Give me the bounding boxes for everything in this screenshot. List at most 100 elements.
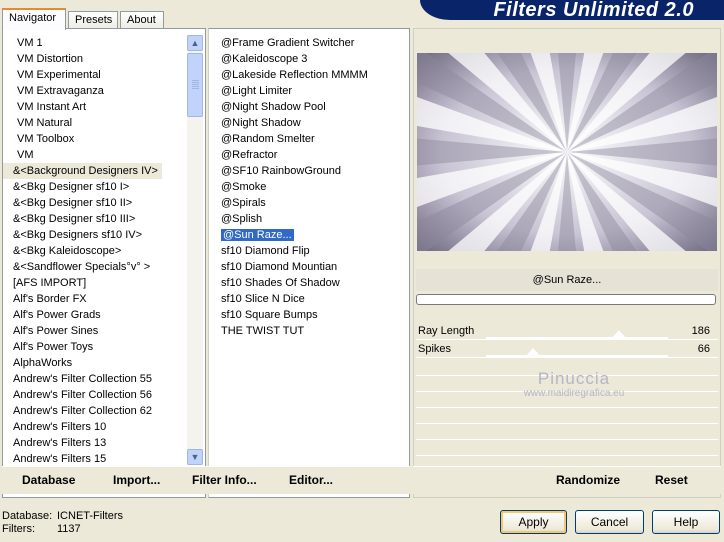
category-item[interactable]: &<Bkg Designer sf10 II>	[3, 195, 162, 211]
filter-item-label: THE TWIST TUT	[221, 325, 305, 337]
editor-button[interactable]: Editor...	[289, 473, 333, 487]
grip-icon	[192, 80, 199, 90]
scroll-thumb[interactable]	[187, 53, 203, 117]
filter-item[interactable]: @Splish	[209, 211, 368, 227]
category-item[interactable]: VM	[3, 147, 162, 163]
filter-item-label: @Night Shadow	[221, 117, 301, 129]
category-item[interactable]: VM Toolbox	[3, 131, 162, 147]
filter-item-label: @SF10 RainbowGround	[221, 165, 342, 177]
category-item[interactable]: Alf's Border FX	[3, 291, 162, 307]
filter-item[interactable]: @SF10 RainbowGround	[209, 163, 368, 179]
banner-title: Filters Unlimited 2.0	[493, 0, 694, 21]
filter-info-button[interactable]: Filter Info...	[192, 473, 257, 487]
slider-spikes[interactable]: Spikes 66	[416, 340, 718, 358]
right-command-bar: Randomize Reset	[413, 466, 721, 494]
category-item[interactable]: Andrew's Filter Collection 55	[3, 371, 162, 387]
category-item[interactable]: &<Bkg Designer sf10 III>	[3, 211, 162, 227]
category-item[interactable]: VM 1	[3, 35, 162, 51]
category-item[interactable]: Andrew's Filter Collection 62	[3, 403, 162, 419]
filter-item[interactable]: @Night Shadow Pool	[209, 99, 368, 115]
slider-value: 186	[691, 325, 710, 337]
category-item[interactable]: Alf's Power Grads	[3, 307, 162, 323]
category-item[interactable]: Andrew's Filters 15	[3, 451, 162, 467]
filter-item[interactable]: sf10 Diamond Mountian	[209, 259, 368, 275]
filters-label: Filters:	[2, 523, 35, 535]
slider-label: Ray Length	[418, 325, 475, 337]
tab-presets[interactable]: Presets	[68, 11, 118, 29]
filter-item[interactable]: @Light Limiter	[209, 83, 368, 99]
watermark-name: Pinuccia	[537, 369, 611, 388]
filter-item[interactable]: @Refractor	[209, 147, 368, 163]
database-button[interactable]: Database	[22, 473, 75, 487]
category-item[interactable]: &<Bkg Designers sf10 IV>	[3, 227, 162, 243]
category-item[interactable]: Andrew's Filter Collection 56	[3, 387, 162, 403]
category-item[interactable]: Andrew's Filters 10	[3, 419, 162, 435]
category-scrollbar[interactable]: ▲ ▼	[187, 35, 203, 465]
slider-track[interactable]	[486, 337, 668, 339]
filter-item-label: @Lakeside Reflection MMMM	[221, 69, 368, 81]
filter-item[interactable]: THE TWIST TUT	[209, 323, 368, 339]
reset-button[interactable]: Reset	[655, 473, 688, 487]
database-label: Database:	[2, 510, 53, 522]
slider-track[interactable]	[486, 355, 668, 357]
filter-item[interactable]: @Random Smelter	[209, 131, 368, 147]
database-value: ICNET-Filters	[57, 510, 123, 522]
tab-navigator[interactable]: Navigator	[2, 8, 66, 30]
filters-count: 1137	[57, 523, 81, 535]
filter-item[interactable]: @Sun Raze...	[209, 227, 368, 243]
filter-item[interactable]: @Frame Gradient Switcher	[209, 35, 368, 51]
category-item[interactable]: &<Background Designers IV>	[3, 163, 162, 179]
filter-item-label: @Sun Raze...	[220, 228, 295, 242]
category-item[interactable]: VM Natural	[3, 115, 162, 131]
category-item[interactable]: &<Bkg Kaleidoscope>	[3, 243, 162, 259]
status-area: Database: ICNET-Filters Filters: 1137	[2, 510, 123, 536]
filter-item-label: @Night Shadow Pool	[221, 101, 326, 113]
category-list-panel: VM 1 VM Distortion VM Experimental VM Extra…	[2, 28, 206, 498]
filter-item[interactable]: @Smoke	[209, 179, 368, 195]
category-item[interactable]: &<Bkg Designer sf10 I>	[3, 179, 162, 195]
category-item[interactable]: VM Experimental	[3, 67, 162, 83]
filter-item-label: @Smoke	[221, 181, 267, 193]
scroll-up-button[interactable]: ▲	[187, 35, 203, 51]
tab-about[interactable]: About	[120, 11, 164, 29]
import-button[interactable]: Import...	[113, 473, 160, 487]
scroll-down-button[interactable]: ▼	[187, 449, 203, 465]
filter-list-panel: @Frame Gradient Switcher @Kaleidoscope 3 @…	[208, 28, 410, 498]
filter-item[interactable]: sf10 Shades Of Shadow	[209, 275, 368, 291]
slider-thumb[interactable]	[611, 330, 626, 338]
category-item[interactable]: Alf's Power Toys	[3, 339, 162, 355]
category-item[interactable]: AlphaWorks	[3, 355, 162, 371]
apply-button[interactable]: Apply	[500, 510, 567, 534]
category-item[interactable]: Andrew's Filters 13	[3, 435, 162, 451]
randomize-button[interactable]: Randomize	[556, 473, 620, 487]
filter-item[interactable]: @Night Shadow	[209, 115, 368, 131]
filter-item-label: @Random Smelter	[221, 133, 315, 145]
category-item[interactable]: VM Instant Art	[3, 99, 162, 115]
slider-label: Spikes	[418, 343, 452, 355]
filter-item-label: sf10 Diamond Mountian	[221, 261, 338, 273]
category-item[interactable]: VM Distortion	[3, 51, 162, 67]
filter-item[interactable]: sf10 Square Bumps	[209, 307, 368, 323]
filter-item-label: sf10 Slice N Dice	[221, 293, 305, 305]
preview-panel: @Sun Raze... Ray Length 186 Spikes 66 Pi…	[413, 28, 721, 498]
filter-item-label: sf10 Diamond Flip	[221, 245, 310, 257]
filter-item-label: @Spirals	[221, 197, 266, 209]
filter-item-label: sf10 Square Bumps	[221, 309, 318, 321]
preview-image	[417, 53, 717, 251]
filter-item[interactable]: @Kaleidoscope 3	[209, 51, 368, 67]
help-button[interactable]: Help	[652, 510, 720, 534]
category-item[interactable]: &<Sandflower Specials°v° >	[3, 259, 162, 275]
slider-ray-length[interactable]: Ray Length 186	[416, 322, 718, 340]
title-banner: Filters Unlimited 2.0	[420, 0, 724, 21]
filter-item[interactable]: @Lakeside Reflection MMMM	[209, 67, 368, 83]
filter-item[interactable]: @Spirals	[209, 195, 368, 211]
filter-item[interactable]: sf10 Slice N Dice	[209, 291, 368, 307]
filter-item-label: @Light Limiter	[221, 85, 293, 97]
cancel-button[interactable]: Cancel	[575, 510, 644, 534]
category-item[interactable]: Alf's Power Sines	[3, 323, 162, 339]
category-item[interactable]: VM Extravaganza	[3, 83, 162, 99]
slider-thumb[interactable]	[526, 348, 541, 356]
watermark-url: www.maidiregrafica.eu	[523, 388, 625, 399]
filter-item[interactable]: sf10 Diamond Flip	[209, 243, 368, 259]
category-item[interactable]: [AFS IMPORT]	[3, 275, 162, 291]
